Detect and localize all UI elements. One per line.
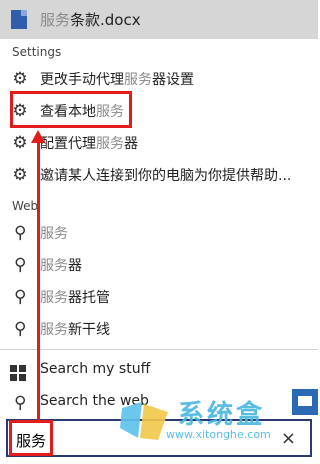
web-suggestion[interactable]: ⚲ 服务器 [0, 250, 318, 280]
top-result-document[interactable]: 服务条款.docx [0, 0, 318, 39]
web-suggestion[interactable]: ⚲ 服务 [0, 218, 318, 248]
annotation-arrow-line [37, 142, 40, 421]
word-document-icon [11, 10, 27, 29]
web-suggestion[interactable]: ⚲ 服务新干线 [0, 314, 318, 344]
web-suggestion-label: 服务新干线 [40, 322, 110, 338]
settings-item-configure-proxy[interactable]: ⚙ 配置代理服务器 [0, 128, 318, 158]
settings-item-label: 配置代理服务器 [40, 136, 138, 152]
settings-item-label: 更改手动代理服务器设置 [40, 72, 194, 88]
windows-icon [10, 365, 26, 381]
divider [0, 349, 318, 350]
gear-icon: ⚙ [12, 69, 28, 89]
search-the-web-button[interactable]: ⚲ Search the web [0, 388, 318, 418]
highlight-box-local-services [10, 91, 132, 128]
search-icon: ⚲ [13, 287, 27, 307]
clear-search-icon[interactable]: × [281, 428, 296, 449]
section-settings-heading: Settings [12, 45, 62, 59]
search-my-stuff-button[interactable]: Search my stuff [0, 356, 318, 386]
web-suggestion[interactable]: ⚲ 服务器托管 [0, 282, 318, 312]
web-suggestion-label: 服务 [40, 226, 68, 242]
search-the-web-label: Search the web [40, 393, 149, 409]
web-suggestion-label: 服务器托管 [40, 290, 110, 306]
section-web-heading: Web [12, 199, 39, 213]
settings-item-proxy-manual[interactable]: ⚙ 更改手动代理服务器设置 [0, 64, 318, 94]
search-icon: ⚲ [13, 255, 27, 275]
settings-item-label: 邀请某人连接到你的电脑为你提供帮助... [40, 168, 292, 184]
search-icon: ⚲ [13, 393, 27, 413]
gear-icon: ⚙ [12, 133, 28, 153]
search-icon: ⚲ [13, 223, 27, 243]
search-icon: ⚲ [13, 319, 27, 339]
feedback-icon[interactable] [292, 389, 318, 415]
annotation-arrow-head [31, 130, 45, 143]
highlight-box-search-input [9, 420, 53, 456]
settings-item-invite-remote-help[interactable]: ⚙ 邀请某人连接到你的电脑为你提供帮助... [0, 160, 318, 190]
search-my-stuff-label: Search my stuff [40, 361, 151, 377]
web-suggestion-label: 服务器 [40, 258, 82, 274]
top-result-name: 服务条款.docx [40, 11, 141, 29]
gear-icon: ⚙ [12, 165, 28, 185]
